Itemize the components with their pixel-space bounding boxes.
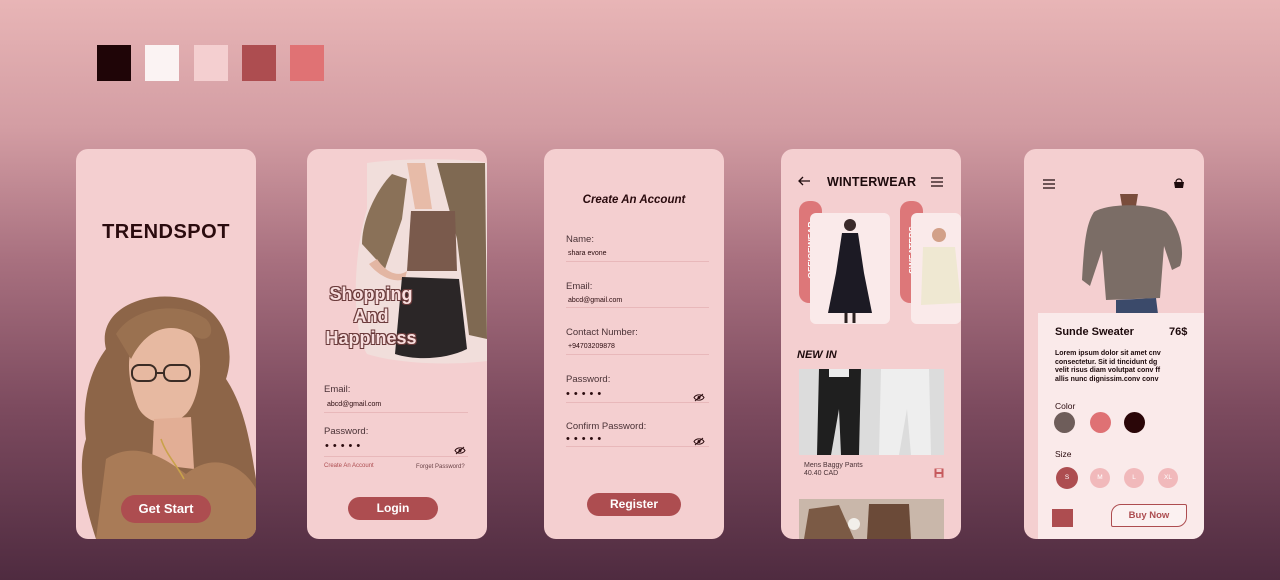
cart-square-button[interactable]	[1052, 509, 1073, 527]
email-field[interactable]: abcd@gmail.com	[327, 401, 381, 408]
category-card-sweaters[interactable]	[911, 213, 961, 324]
confirm-underline	[566, 446, 709, 447]
color-option-coral[interactable]	[1090, 412, 1111, 433]
palette-swatch-white	[145, 45, 179, 81]
password-label: Password:	[324, 426, 369, 437]
eye-slash-icon[interactable]	[693, 393, 705, 402]
welcome-screen: TRENDSPOT Get Start	[76, 149, 256, 539]
create-account-link[interactable]: Create An Account	[324, 463, 374, 469]
color-option-taupe[interactable]	[1054, 412, 1075, 433]
catalog-title: WINTERWEAR	[827, 175, 917, 189]
palette-swatch-rose	[242, 45, 276, 81]
get-start-button[interactable]: Get Start	[121, 495, 211, 523]
login-screen: Shopping And Happiness Email: abcd@gmail…	[307, 149, 487, 539]
catalog-screen: WINTERWEAR OFFICEWEAR SWEATERS NEW IN Me…	[781, 149, 961, 539]
size-option-s[interactable]: S	[1056, 467, 1078, 489]
name-field[interactable]: shara evone	[568, 250, 607, 257]
category-card-officewear[interactable]	[810, 213, 890, 324]
email-field[interactable]: abcd@gmail.com	[568, 297, 622, 304]
register-title: Create An Account	[582, 194, 686, 206]
password-label: Password:	[566, 374, 611, 385]
palette-swatch-coral	[290, 45, 324, 81]
palette-swatch-light-pink	[194, 45, 228, 81]
confirm-password-field[interactable]: •••••	[566, 433, 605, 445]
email-label: Email:	[324, 384, 351, 395]
product-description: Lorem ipsum dolor sit amet cnv consectet…	[1055, 350, 1161, 383]
size-option-xl[interactable]: XL	[1158, 468, 1178, 488]
forgot-password-link[interactable]: Forget Password?	[416, 464, 465, 470]
product-image-pants[interactable]	[799, 369, 944, 455]
palette-swatch-dark	[97, 45, 131, 81]
size-label: Size	[1055, 449, 1072, 459]
brand-logo: TRENDSPOT	[102, 221, 230, 243]
detail-panel: Sunde Sweater 76$ Lorem ipsum dolor sit …	[1038, 313, 1204, 539]
login-button[interactable]: Login	[348, 497, 438, 520]
new-in-heading: NEW IN	[797, 349, 837, 361]
buy-now-button[interactable]: Buy Now	[1111, 504, 1187, 527]
shopping-bag-icon[interactable]	[1173, 177, 1185, 189]
product-detail-screen: Sunde Sweater 76$ Lorem ipsum dolor sit …	[1024, 149, 1204, 539]
email-underline	[566, 307, 709, 308]
coat-photo	[828, 219, 872, 323]
email-label: Email:	[566, 281, 593, 292]
product-image-coats[interactable]	[799, 499, 944, 539]
back-arrow-icon[interactable]	[797, 176, 811, 186]
contact-field[interactable]: +94703209878	[568, 343, 615, 350]
sweater-photo	[921, 228, 961, 305]
password-underline	[566, 402, 709, 403]
color-label: Color	[1055, 401, 1076, 411]
confirm-password-label: Confirm Password:	[566, 421, 647, 432]
size-option-l[interactable]: L	[1124, 468, 1144, 488]
product-name: Mens Baggy Pants	[804, 462, 863, 469]
contact-label: Contact Number:	[566, 327, 638, 338]
color-option-dark[interactable]	[1124, 412, 1145, 433]
menu-icon[interactable]	[931, 177, 943, 187]
password-underline	[324, 456, 468, 457]
sweater-model-photo	[1082, 194, 1183, 314]
size-option-m[interactable]: M	[1090, 468, 1110, 488]
product-title: Sunde Sweater	[1055, 326, 1134, 338]
hero-tagline: Shopping And Happiness	[325, 284, 417, 348]
save-icon[interactable]	[934, 468, 944, 478]
menu-icon[interactable]	[1043, 179, 1055, 189]
eye-slash-icon[interactable]	[454, 446, 466, 455]
name-label: Name:	[566, 234, 594, 245]
password-field[interactable]: •••••	[325, 440, 364, 452]
register-button[interactable]: Register	[587, 493, 681, 516]
product-price: 76$	[1169, 326, 1188, 338]
register-screen: Create An Account Name: shara evone Emai…	[544, 149, 724, 539]
eye-slash-icon[interactable]	[693, 437, 705, 446]
contact-underline	[566, 354, 709, 355]
email-underline	[324, 412, 468, 413]
password-field[interactable]: •••••	[566, 388, 605, 400]
product-price: 40.40 CAD	[804, 470, 839, 477]
name-underline	[566, 261, 709, 262]
